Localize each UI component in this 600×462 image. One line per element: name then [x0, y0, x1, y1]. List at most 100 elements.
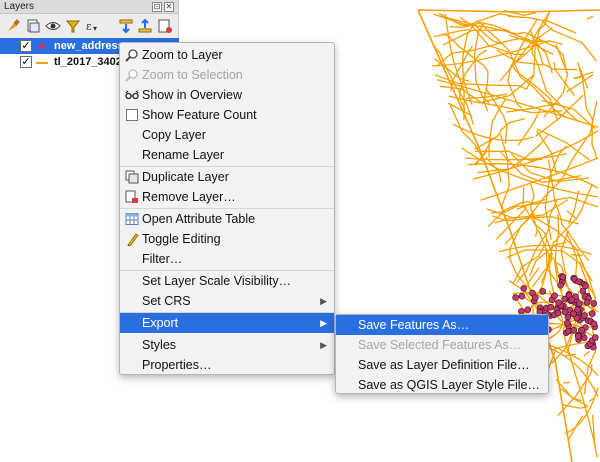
menu-label: Save Features As…	[358, 318, 470, 332]
layer-visibility-checkbox[interactable]: ✓	[20, 40, 32, 52]
road-line	[567, 415, 584, 442]
address-point	[578, 326, 586, 334]
filter-expression-icon[interactable]: ε ▾	[85, 18, 101, 34]
export-submenu: Save Features As… Save Selected Features…	[335, 314, 549, 394]
address-point	[547, 303, 554, 311]
add-group-icon[interactable]	[25, 18, 41, 34]
menu-item-styles[interactable]: Styles ▶	[120, 335, 334, 355]
address-point	[575, 278, 583, 286]
address-point	[574, 306, 581, 313]
menu-label: Rename Layer	[142, 148, 224, 162]
zoom-layer-icon	[125, 49, 138, 62]
address-point	[564, 319, 571, 327]
address-point	[574, 333, 582, 340]
road-line	[563, 381, 570, 384]
panel-titlebar: Layers ⊡ ✕	[0, 0, 178, 14]
remove-icon	[125, 190, 138, 203]
address-point	[559, 273, 567, 281]
panel-title: Layers	[4, 1, 35, 12]
menu-label: Remove Layer…	[142, 190, 236, 204]
menu-label: Zoom to Selection	[142, 68, 243, 82]
svg-text:▾: ▾	[93, 24, 97, 33]
address-point	[518, 292, 526, 300]
road-line	[560, 387, 588, 406]
menu-label: Save Selected Features As…	[358, 338, 522, 352]
address-point	[524, 306, 532, 314]
menu-item-show-in-overview[interactable]: Show in Overview	[120, 85, 334, 105]
menu-item-set-crs[interactable]: Set CRS ▶	[120, 291, 334, 311]
layer-name: new_address	[54, 40, 124, 52]
layer-visibility-checkbox[interactable]: ✓	[20, 56, 32, 68]
collapse-all-icon[interactable]	[137, 18, 153, 34]
pencil-icon	[127, 233, 139, 246]
duplicate-icon	[125, 170, 139, 184]
road-line	[571, 254, 583, 257]
address-point	[539, 288, 547, 295]
address-point	[568, 296, 576, 304]
overview-icon	[125, 90, 139, 100]
menu-label: Export	[142, 316, 179, 330]
paintbrush-icon[interactable]	[5, 18, 21, 34]
layer-name: tl_2017_3402	[54, 56, 122, 68]
address-point	[520, 285, 528, 292]
layers-toolbar: ε ▾	[0, 14, 178, 38]
address-point	[561, 295, 569, 303]
point-symbol-icon	[39, 43, 45, 49]
submenu-arrow-icon: ▶	[320, 296, 327, 306]
menu-item-open-attribute-table[interactable]: Open Attribute Table	[120, 209, 334, 229]
address-point	[554, 309, 562, 317]
menu-label: Duplicate Layer	[142, 170, 229, 184]
menu-item-set-layer-scale-visibility[interactable]: Set Layer Scale Visibility…	[120, 271, 334, 291]
menu-label: Toggle Editing	[142, 232, 221, 246]
address-point	[591, 334, 599, 341]
menu-label: Copy Layer	[142, 128, 206, 142]
address-point	[590, 300, 598, 307]
address-point	[576, 300, 583, 307]
menu-label: Properties…	[142, 358, 212, 372]
address-point	[588, 310, 596, 317]
address-point	[555, 299, 562, 306]
menu-label: Filter…	[142, 252, 183, 266]
filter-icon[interactable]	[65, 18, 81, 34]
remove-layer-icon[interactable]	[157, 18, 173, 34]
submenu-item-save-as-layer-definition-file[interactable]: Save as Layer Definition File…	[336, 355, 548, 375]
menu-item-duplicate-layer[interactable]: Duplicate Layer	[120, 167, 334, 187]
road-line	[586, 15, 594, 20]
panel-close-button[interactable]: ✕	[164, 2, 174, 12]
submenu-arrow-icon: ▶	[320, 340, 327, 350]
menu-item-toggle-editing[interactable]: Toggle Editing	[120, 229, 334, 249]
line-symbol-icon	[36, 62, 48, 64]
menu-label: Save as Layer Definition File…	[358, 358, 530, 372]
menu-label: Open Attribute Table	[142, 212, 256, 226]
submenu-item-save-as-qgis-layer-style-file[interactable]: Save as QGIS Layer Style File…	[336, 375, 548, 395]
menu-item-show-feature-count[interactable]: Show Feature Count	[120, 105, 334, 125]
menu-label: Styles	[142, 338, 177, 352]
address-point	[531, 294, 539, 302]
eye-icon[interactable]	[45, 18, 61, 34]
address-point	[512, 294, 519, 301]
road-line	[474, 117, 526, 150]
road-line	[512, 39, 541, 66]
table-icon	[125, 213, 139, 225]
submenu-item-save-features-as[interactable]: Save Features As…	[336, 315, 548, 335]
menu-label: Show in Overview	[142, 88, 243, 102]
menu-item-rename-layer[interactable]: Rename Layer	[120, 145, 334, 165]
menu-item-properties[interactable]: Properties…	[120, 355, 334, 375]
address-point	[561, 308, 569, 316]
panel-float-button[interactable]: ⊡	[152, 2, 162, 12]
menu-item-export[interactable]: Export ▶	[120, 313, 334, 333]
checkbox-icon[interactable]	[125, 108, 139, 122]
svg-text:ε: ε	[86, 20, 92, 33]
layer-context-menu: Zoom to Layer Zoom to Selection Show in …	[119, 42, 335, 375]
expand-all-icon[interactable]	[118, 18, 134, 34]
road-line	[444, 13, 465, 121]
address-point	[582, 282, 589, 290]
menu-item-filter[interactable]: Filter…	[120, 249, 334, 269]
menu-label: Save as QGIS Layer Style File…	[358, 378, 541, 392]
menu-item-zoom-to-layer[interactable]: Zoom to Layer	[120, 45, 334, 65]
menu-item-zoom-to-selection: Zoom to Selection	[120, 65, 334, 85]
menu-item-copy-layer[interactable]: Copy Layer	[120, 125, 334, 145]
menu-label: Zoom to Layer	[142, 48, 223, 62]
menu-label: Set Layer Scale Visibility…	[142, 274, 292, 288]
menu-item-remove-layer[interactable]: Remove Layer…	[120, 187, 334, 207]
